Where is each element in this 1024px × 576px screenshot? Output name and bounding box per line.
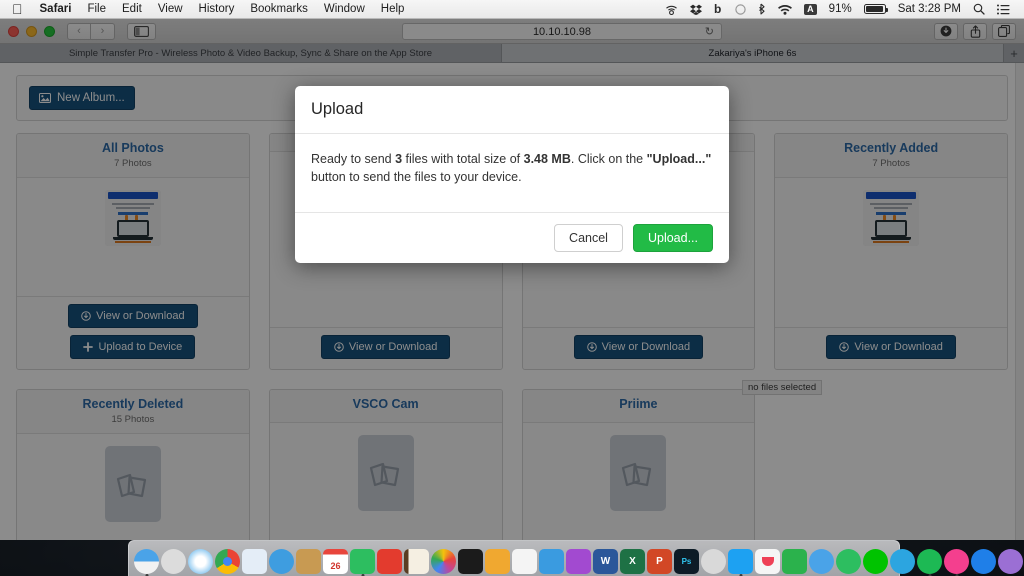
dock-icon-numbers[interactable]	[512, 549, 537, 574]
msg-part-2: files with total size of	[402, 152, 524, 166]
dock-icon-chrome[interactable]	[215, 549, 240, 574]
msg-total-size: 3.48 MB	[523, 152, 571, 166]
menu-item-bookmarks[interactable]: Bookmarks	[242, 0, 316, 19]
svg-text:b: b	[714, 3, 721, 15]
input-source-badge[interactable]: A	[798, 3, 823, 15]
dock-icon-excel[interactable]: X	[620, 549, 645, 574]
dock: 26 W X P Ps	[128, 540, 1023, 576]
circle-icon[interactable]	[729, 3, 752, 15]
dock-icon-finder[interactable]	[134, 549, 159, 576]
dropbox-icon[interactable]	[684, 4, 708, 15]
dock-icon-mail[interactable]	[269, 549, 294, 574]
dialog-message: Ready to send 3 files with total size of…	[295, 134, 729, 213]
dock-icon-notes[interactable]	[404, 549, 429, 574]
apple-logo-icon[interactable]: 	[8, 1, 32, 18]
upload-button[interactable]: Upload...	[632, 224, 713, 252]
dialog-header: Upload	[295, 86, 729, 134]
mac-menu-bar:  Safari File Edit View History Bookmark…	[0, 0, 1024, 19]
dock-icon-feedly[interactable]	[782, 549, 807, 574]
msg-part-1: Ready to send	[311, 152, 396, 166]
dock-icon-itunes[interactable]	[944, 549, 969, 576]
battery-icon[interactable]	[858, 4, 892, 14]
menu-item-safari[interactable]: Safari	[32, 0, 80, 19]
dock-icon-sublime-text[interactable]	[377, 549, 402, 574]
menu-item-view[interactable]: View	[150, 0, 191, 19]
wifi-icon[interactable]	[772, 4, 798, 15]
menu-item-file[interactable]: File	[79, 0, 114, 19]
cancel-button[interactable]: Cancel	[554, 224, 623, 252]
msg-part-3: . Click on the	[570, 152, 647, 166]
dock-icon-app-store[interactable]	[971, 549, 996, 574]
menu-bar-status-items: b A 91% Sat 3:28 PM	[659, 0, 1024, 19]
dock-icon-spotify[interactable]	[917, 549, 942, 576]
dock-icon-photoshop[interactable]: Ps	[674, 549, 699, 574]
dock-icon-messages[interactable]	[809, 549, 834, 574]
menu-item-window[interactable]: Window	[316, 0, 373, 19]
dock-icon-evernote[interactable]	[350, 549, 375, 576]
msg-part-4: button to send the files to your device.	[311, 170, 522, 184]
input-source-label: A	[804, 3, 817, 15]
dock-icon-omnigraffle[interactable]	[566, 549, 591, 574]
notification-center-icon[interactable]	[991, 4, 1016, 15]
spotlight-search-icon[interactable]	[967, 3, 991, 15]
dock-icon-powerpoint[interactable]: P	[647, 549, 672, 574]
msg-file-count: 3	[395, 152, 403, 166]
airplay-audio-icon[interactable]	[659, 4, 684, 15]
dock-icon-photos[interactable]	[431, 549, 456, 574]
dock-icon-pages[interactable]	[485, 549, 510, 574]
upload-dialog: Upload Ready to send 3 files with total …	[295, 86, 729, 263]
dock-icon-safari[interactable]	[188, 549, 213, 574]
bartender-b-icon[interactable]: b	[708, 3, 729, 15]
dock-icon-contacts[interactable]	[296, 549, 321, 574]
menu-item-help[interactable]: Help	[373, 0, 413, 19]
dock-icon-twitter[interactable]	[728, 549, 753, 576]
dock-icon-skitch[interactable]	[701, 549, 726, 574]
dock-icon-keynote[interactable]	[539, 549, 564, 574]
dock-icon-calendar[interactable]: 26	[323, 549, 348, 574]
dialog-title: Upload	[311, 100, 364, 118]
dock-icon-line[interactable]	[863, 549, 888, 574]
dock-icon-transmit[interactable]	[458, 549, 483, 574]
dock-icon-telegram[interactable]	[890, 549, 915, 574]
dock-icon-pocket[interactable]	[755, 549, 780, 574]
menu-bar-clock[interactable]: Sat 3:28 PM	[892, 0, 967, 19]
menu-bar-items:  Safari File Edit View History Bookmark…	[0, 0, 412, 19]
bluetooth-icon[interactable]	[752, 3, 772, 15]
battery-percent-label: 91%	[828, 2, 852, 15]
dock-icon-word[interactable]: W	[593, 549, 618, 574]
dock-icon-launchpad[interactable]	[161, 549, 186, 574]
menu-item-edit[interactable]: Edit	[114, 0, 150, 19]
menu-item-history[interactable]: History	[191, 0, 243, 19]
dock-icon-facetime[interactable]	[836, 549, 861, 574]
dock-icon-bittorrent[interactable]	[998, 549, 1023, 574]
msg-upload-quoted: "Upload..."	[646, 152, 712, 166]
dialog-footer: Cancel Upload...	[295, 213, 729, 263]
screen:  Safari File Edit View History Bookmark…	[0, 0, 1024, 576]
dock-icon-preview[interactable]	[242, 549, 267, 574]
